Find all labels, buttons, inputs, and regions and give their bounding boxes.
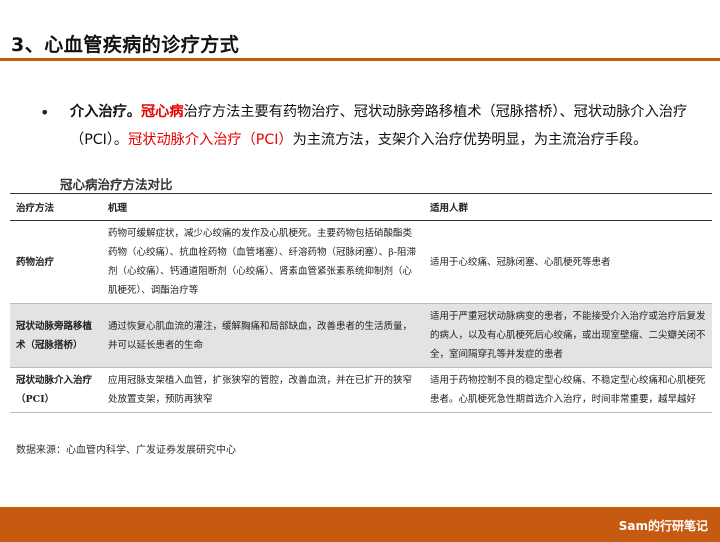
bullet-highlight-2: 冠状动脉介入治疗（PCI） xyxy=(128,132,293,148)
cell-mechanism: 药物可缓解症状，减少心绞痛的发作及心肌梗死。主要药物包括硝酸酯类药物（心绞痛）、… xyxy=(102,220,424,304)
bullet-text-2: 为主流方法，支架介入治疗优势明显，为主流治疗手段。 xyxy=(292,132,648,148)
data-source-note: 数据来源：心血管内科学、广发证券发展研究中心 xyxy=(16,445,236,456)
bullet-paragraph: 介入治疗。冠心病治疗方法主要有药物治疗、冠状动脉旁路移植术（冠脉搭桥）、冠状动脉… xyxy=(70,98,700,154)
footer-brand: Sam的行研笔记 xyxy=(618,519,708,533)
table-header-row: 治疗方法 机理 适用人群 xyxy=(10,193,712,221)
title-divider xyxy=(0,58,720,61)
table-title: 冠心病治疗方法对比 xyxy=(60,177,173,192)
cell-method: 药物治疗 xyxy=(10,220,102,304)
cell-population: 适用于严重冠状动脉病变的患者，不能接受介入治疗或治疗后复发的病人，以及有心肌梗死… xyxy=(424,303,712,368)
table-row: 药物治疗 药物可缓解症状，减少心绞痛的发作及心肌梗死。主要药物包括硝酸酯类药物（… xyxy=(10,220,712,304)
cell-method: 冠状动脉旁路移植术（冠脉搭桥） xyxy=(10,303,102,368)
cell-mechanism: 应用冠脉支架植入血管，扩张狭窄的管腔，改善血流，并在已扩开的狭窄处放置支架，预防… xyxy=(102,367,424,413)
cell-mechanism: 通过恢复心肌血流的灌注，缓解胸痛和局部缺血，改善患者的生活质量，并可以延长患者的… xyxy=(102,303,424,368)
bullet-highlight-1: 冠心病 xyxy=(140,104,184,120)
comparison-table: 治疗方法 机理 适用人群 药物治疗 药物可缓解症状，减少心绞痛的发作及心肌梗死。… xyxy=(10,193,712,413)
header-population: 适用人群 xyxy=(424,193,712,221)
cell-method: 冠状动脉介入治疗（PCI） xyxy=(10,367,102,413)
header-mechanism: 机理 xyxy=(102,193,424,221)
bullet-dot: • xyxy=(40,103,50,122)
footer-bar: Sam的行研笔记 xyxy=(0,507,720,542)
page-title: 3、心血管疾病的诊疗方式 xyxy=(11,34,240,56)
cell-population: 适用于心绞痛、冠脉闭塞、心肌梗死等患者 xyxy=(424,220,712,304)
table-row: 冠状动脉介入治疗（PCI） 应用冠脉支架植入血管，扩张狭窄的管腔，改善血流，并在… xyxy=(10,367,712,413)
cell-population: 适用于药物控制不良的稳定型心绞痛、不稳定型心绞痛和心肌梗死患者。心肌梗死急性期首… xyxy=(424,367,712,413)
bullet-lead: 介入治疗。 xyxy=(70,104,141,120)
header-method: 治疗方法 xyxy=(10,193,102,221)
table-row: 冠状动脉旁路移植术（冠脉搭桥） 通过恢复心肌血流的灌注，缓解胸痛和局部缺血，改善… xyxy=(10,303,712,368)
